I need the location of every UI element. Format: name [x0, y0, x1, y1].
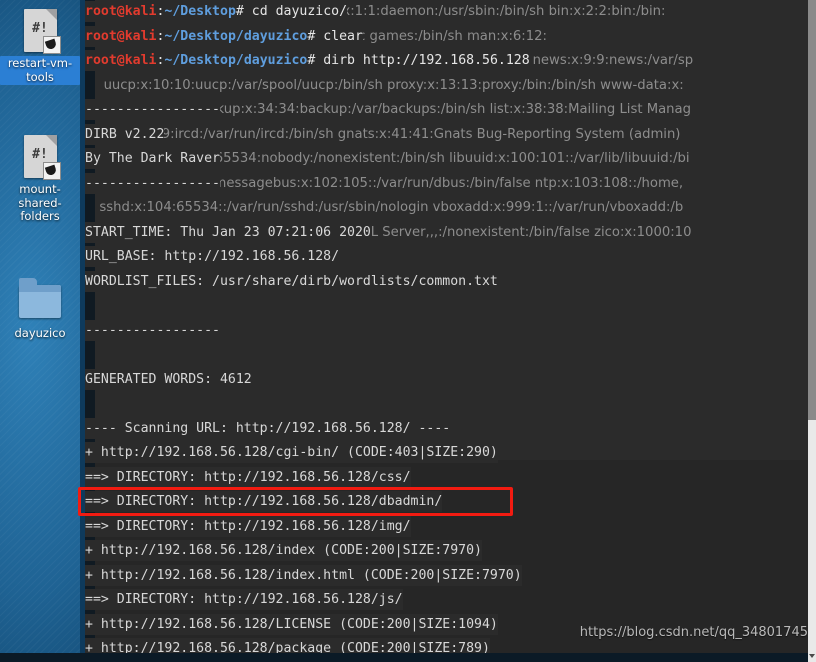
- executable-badge-icon: [42, 162, 61, 180]
- terminal-line-text: + http://192.168.56.128/LICENSE (CODE:20…: [85, 613, 498, 635]
- prompt-path: ~/Desktop/dayuzico: [164, 28, 308, 44]
- terminal-line-text: [85, 295, 93, 316]
- terminal-output-line: [85, 74, 808, 99]
- prompt-command: # cd dayuzico/: [235, 4, 348, 19]
- prompt-path: ~/Desktop/dayuzico: [164, 53, 308, 68]
- script-file-icon: #!: [23, 135, 61, 180]
- terminal-output-line: WORDLIST_FILES: /usr/share/dirb/wordlist…: [85, 270, 808, 295]
- terminal-line-text: [85, 75, 93, 96]
- icon-artwork: #!: [0, 2, 80, 54]
- terminal-output-line: -----------------: [85, 319, 808, 344]
- terminal-output-line: -----------------: [85, 172, 808, 197]
- terminal-line-text: [85, 344, 93, 365]
- terminal-line-text: By The Dark Raver: [85, 148, 220, 169]
- shebang-glyph: #!: [32, 21, 48, 36]
- folder-icon: [19, 278, 61, 318]
- terminal-output-line: START_TIME: Thu Jan 23 07:21:06 2020: [85, 221, 808, 246]
- terminal-line-text: + http://192.168.56.128/index.html (CODE…: [85, 564, 522, 586]
- desktop-icon-label-wrap: restart-vm-tools: [0, 56, 80, 85]
- desktop-icon-label-wrap: dayuzico: [0, 322, 80, 342]
- terminal-line-text: root@kali:~/Desktop/dayuzico# clear: [85, 25, 363, 47]
- executable-badge-icon: [42, 36, 61, 54]
- terminal-line-text: WORDLIST_FILES: /usr/share/dirb/wordlist…: [85, 270, 498, 292]
- watermark-text: https://blog.csdn.net/qq_34801745: [579, 625, 808, 640]
- terminal-line-text: -----------------: [85, 172, 220, 194]
- terminal-line-text: ==> DIRECTORY: http://192.168.56.128/dba…: [85, 491, 443, 512]
- terminal-line-text: -----------------: [85, 319, 220, 341]
- terminal-line-text: [85, 393, 93, 414]
- terminal-window[interactable]: root@kali:~/Desktop# cd dayuzico/root@ka…: [85, 0, 808, 662]
- shebang-glyph: #!: [32, 147, 48, 162]
- bottom-strip: [0, 653, 808, 662]
- terminal-output-line: [85, 343, 808, 368]
- terminal-output-line: ==> DIRECTORY: http://192.168.56.128/css…: [85, 466, 808, 491]
- terminal-output-line: URL_BASE: http://192.168.56.128/: [85, 245, 808, 270]
- terminal-line-text: GENERATED WORDS: 4612: [85, 368, 252, 390]
- prompt-command: # clear: [307, 28, 363, 44]
- terminal-line-text: ==> DIRECTORY: http://192.168.56.128/css…: [85, 466, 411, 488]
- terminal-output-line: [85, 294, 808, 319]
- prompt-user: root@kali: [85, 53, 157, 68]
- scrollbar-down-arrow-icon[interactable]: [808, 650, 816, 662]
- terminal-output-line: By The Dark Raver: [85, 147, 808, 172]
- prompt-path: ~/Desktop: [164, 4, 236, 19]
- vertical-scrollbar[interactable]: [808, 0, 816, 662]
- terminal-line-text: URL_BASE: http://192.168.56.128/: [85, 246, 340, 267]
- terminal-line-text: + http://192.168.56.128/cgi-bin/ (CODE:4…: [85, 442, 498, 463]
- terminal-output-line: ==> DIRECTORY: http://192.168.56.128/dba…: [85, 490, 808, 515]
- desktop-icon-dayuzico[interactable]: dayuzico: [0, 268, 80, 342]
- terminal-prompt-line: root@kali:~/Desktop/dayuzico# dirb http:…: [85, 49, 808, 74]
- terminal-prompt-line: root@kali:~/Desktop# cd dayuzico/: [85, 0, 808, 25]
- terminal-line-text: root@kali:~/Desktop# cd dayuzico/: [85, 1, 348, 22]
- terminal-output-line: DIRB v2.22: [85, 123, 808, 148]
- terminal-line-text: START_TIME: Thu Jan 23 07:21:06 2020: [85, 221, 371, 243]
- terminal-output-line: GENERATED WORDS: 4612: [85, 368, 808, 393]
- scrollbar-thumb[interactable]: [808, 0, 816, 420]
- script-file-icon: #!: [23, 9, 61, 54]
- terminal-line-text: DIRB v2.22: [85, 123, 165, 145]
- desktop-icon-restart-vm-tools[interactable]: #! restart-vm-tools: [0, 2, 80, 85]
- terminal-line-text: + http://192.168.56.128/index (CODE:200|…: [85, 540, 482, 561]
- terminal-prompt-line: root@kali:~/Desktop/dayuzico# clear: [85, 25, 808, 50]
- terminal-output-line: ==> DIRECTORY: http://192.168.56.128/js/: [85, 588, 808, 613]
- terminal-line-text: ---- Scanning URL: http://192.168.56.128…: [85, 417, 451, 439]
- terminal-line-text: -----------------: [85, 99, 220, 120]
- desktop-icon-label-wrap: mount-shared-folders: [0, 182, 80, 225]
- desktop-icon-label: dayuzico: [14, 326, 66, 340]
- prompt-user: root@kali: [85, 28, 157, 44]
- terminal-output-line: ==> DIRECTORY: http://192.168.56.128/img…: [85, 515, 808, 540]
- desktop-icon-mount-shared-folders[interactable]: #! mount-shared-folders: [0, 128, 80, 225]
- terminal-output-line: + http://192.168.56.128/cgi-bin/ (CODE:4…: [85, 441, 808, 466]
- prompt-user: root@kali: [85, 4, 157, 19]
- terminal-line-text: root@kali:~/Desktop/dayuzico# dirb http:…: [85, 50, 530, 71]
- desktop-icon-label: mount-shared-folders: [18, 182, 62, 223]
- terminal-output-line: -----------------: [85, 98, 808, 123]
- terminal-line-text: ==> DIRECTORY: http://192.168.56.128/js/: [85, 589, 403, 610]
- terminal-output-line: + http://192.168.56.128/index.html (CODE…: [85, 564, 808, 589]
- terminal-line-text: ==> DIRECTORY: http://192.168.56.128/img…: [85, 515, 411, 537]
- icon-artwork: #!: [0, 128, 80, 180]
- prompt-command: # dirb http://192.168.56.128: [307, 53, 530, 68]
- terminal-output-line: [85, 196, 808, 221]
- terminal-output-line: [85, 392, 808, 417]
- terminal-output-line: ---- Scanning URL: http://192.168.56.128…: [85, 417, 808, 442]
- desktop-icon-label: restart-vm-tools: [0, 56, 80, 85]
- terminal-line-text: [85, 197, 93, 218]
- terminal-output-line: + http://192.168.56.128/index (CODE:200|…: [85, 539, 808, 564]
- icon-artwork: [0, 268, 80, 318]
